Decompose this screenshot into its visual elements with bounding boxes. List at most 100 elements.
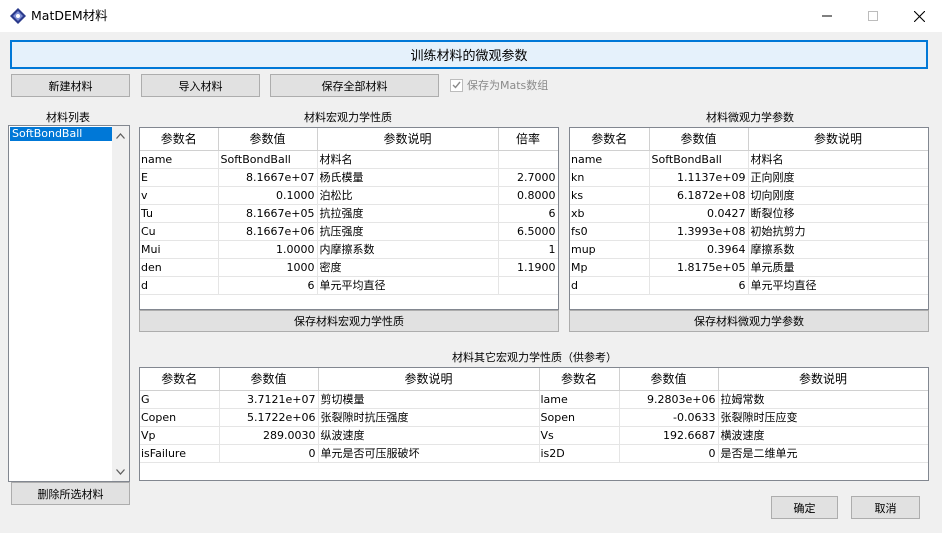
param-value-cell[interactable]: SoftBondBall xyxy=(649,150,749,169)
param-name-cell[interactable]: d xyxy=(570,276,650,295)
param-value-cell[interactable]: 9.2803e+06 xyxy=(619,390,719,409)
column-header[interactable]: 参数说明 xyxy=(748,128,928,151)
column-header[interactable]: 参数值 xyxy=(619,368,719,391)
param-desc-cell[interactable]: 摩擦系数 xyxy=(748,240,928,259)
param-name-cell[interactable]: d xyxy=(140,276,219,295)
param-name-cell[interactable]: Vp xyxy=(140,426,220,445)
param-desc-cell[interactable]: 泊松比 xyxy=(317,186,499,205)
param-ratio-cell[interactable] xyxy=(498,276,558,295)
param-ratio-cell[interactable]: 2.7000 xyxy=(498,168,558,187)
table-row[interactable]: name SoftBondBall 材料名 xyxy=(140,150,558,169)
param-desc-cell[interactable]: 单元平均直径 xyxy=(748,276,928,295)
table-row[interactable]: den 1000 密度 1.1900 xyxy=(140,258,558,277)
table-row[interactable]: name SoftBondBall 材料名 xyxy=(570,150,928,169)
param-value-cell[interactable]: 1.1137e+09 xyxy=(649,168,749,187)
table-row[interactable]: mup 0.3964 摩擦系数 xyxy=(570,240,928,259)
maximize-button[interactable] xyxy=(850,0,896,32)
table-row[interactable]: v 0.1000 泊松比 0.8000 xyxy=(140,186,558,205)
column-header[interactable]: 参数说明 xyxy=(718,368,928,391)
param-desc-cell[interactable]: 拉姆常数 xyxy=(718,390,928,409)
other-properties-grid[interactable]: 参数名 参数值 参数说明 参数名 参数值 参数说明 G 3.7121e+07 剪切模… xyxy=(139,367,929,481)
param-desc-cell[interactable]: 是否是二维单元 xyxy=(718,444,928,463)
param-value-cell[interactable]: -0.0633 xyxy=(619,408,719,427)
param-name-cell[interactable]: name xyxy=(140,150,219,169)
param-name-cell[interactable]: den xyxy=(140,258,219,277)
param-desc-cell[interactable]: 抗拉强度 xyxy=(317,204,499,223)
macro-properties-grid[interactable]: 参数名 参数值 参数说明 倍率 name SoftBondBall 材料名 E 8.1… xyxy=(139,127,559,310)
column-header[interactable]: 参数值 xyxy=(219,368,319,391)
scroll-down-icon[interactable] xyxy=(112,463,129,480)
param-desc-cell[interactable]: 单元是否可压服破坏 xyxy=(318,444,540,463)
param-value-cell[interactable]: 1.8175e+05 xyxy=(649,258,749,277)
param-name-cell[interactable]: ks xyxy=(570,186,650,205)
param-desc-cell[interactable]: 张裂隙时抗压强度 xyxy=(318,408,540,427)
param-desc-cell[interactable]: 单元平均直径 xyxy=(317,276,499,295)
param-desc-cell[interactable]: 正向刚度 xyxy=(748,168,928,187)
param-name-cell[interactable]: isFailure xyxy=(140,444,220,463)
param-name-cell[interactable]: mup xyxy=(570,240,650,259)
cancel-button[interactable]: 取消 xyxy=(851,496,920,519)
scroll-up-icon[interactable] xyxy=(112,127,129,144)
param-desc-cell[interactable]: 材料名 xyxy=(748,150,928,169)
param-value-cell[interactable]: 1.0000 xyxy=(218,240,318,259)
import-material-button[interactable]: 导入材料 xyxy=(141,74,260,97)
column-header[interactable]: 参数名 xyxy=(140,368,220,391)
param-desc-cell[interactable]: 切向刚度 xyxy=(748,186,928,205)
save-all-materials-button[interactable]: 保存全部材料 xyxy=(270,74,439,97)
column-header[interactable]: 参数说明 xyxy=(317,128,499,151)
save-micro-params-button[interactable]: 保存材料微观力学参数 xyxy=(569,310,929,332)
param-value-cell[interactable]: 0.0427 xyxy=(649,204,749,223)
param-desc-cell[interactable]: 纵波速度 xyxy=(318,426,540,445)
param-value-cell[interactable]: SoftBondBall xyxy=(218,150,318,169)
param-value-cell[interactable]: 3.7121e+07 xyxy=(219,390,319,409)
list-item[interactable]: SoftBondBall xyxy=(10,127,113,141)
param-name-cell[interactable]: fs0 xyxy=(570,222,650,241)
micro-params-grid[interactable]: 参数名 参数值 参数说明 name SoftBondBall 材料名 kn 1.113… xyxy=(569,127,929,310)
param-desc-cell[interactable]: 材料名 xyxy=(317,150,499,169)
save-macro-properties-button[interactable]: 保存材料宏观力学性质 xyxy=(139,310,559,332)
param-name-cell[interactable]: Vs xyxy=(539,426,620,445)
param-ratio-cell[interactable]: 6.5000 xyxy=(498,222,558,241)
param-value-cell[interactable]: 0.3964 xyxy=(649,240,749,259)
param-desc-cell[interactable]: 内摩擦系数 xyxy=(317,240,499,259)
param-value-cell[interactable]: 0.1000 xyxy=(218,186,318,205)
new-material-button[interactable]: 新建材料 xyxy=(11,74,130,97)
param-name-cell[interactable]: is2D xyxy=(539,444,620,463)
param-desc-cell[interactable]: 杨氏模量 xyxy=(317,168,499,187)
param-value-cell[interactable]: 0 xyxy=(219,444,319,463)
ok-button[interactable]: 确定 xyxy=(771,496,838,519)
param-desc-cell[interactable]: 单元质量 xyxy=(748,258,928,277)
param-name-cell[interactable]: xb xyxy=(570,204,650,223)
param-name-cell[interactable]: Tu xyxy=(140,204,219,223)
param-name-cell[interactable]: name xyxy=(570,150,650,169)
param-name-cell[interactable]: Copen xyxy=(140,408,220,427)
column-header[interactable]: 参数名 xyxy=(570,128,650,151)
param-value-cell[interactable]: 289.0030 xyxy=(219,426,319,445)
param-name-cell[interactable]: E xyxy=(140,168,219,187)
param-name-cell[interactable]: Sopen xyxy=(539,408,620,427)
param-value-cell[interactable]: 192.6687 xyxy=(619,426,719,445)
param-value-cell[interactable]: 6 xyxy=(218,276,318,295)
param-desc-cell[interactable]: 密度 xyxy=(317,258,499,277)
table-row[interactable]: Copen 5.1722e+06 张裂隙时抗压强度 Sopen -0.0633 张裂隙时压… xyxy=(140,408,928,427)
param-value-cell[interactable]: 6.1872e+08 xyxy=(649,186,749,205)
param-name-cell[interactable]: lame xyxy=(539,390,620,409)
table-row[interactable]: ks 6.1872e+08 切向刚度 xyxy=(570,186,928,205)
param-value-cell[interactable]: 8.1667e+05 xyxy=(218,204,318,223)
column-header[interactable]: 参数名 xyxy=(539,368,620,391)
table-row[interactable]: fs0 1.3993e+08 初始抗剪力 xyxy=(570,222,928,241)
param-value-cell[interactable]: 8.1667e+07 xyxy=(218,168,318,187)
param-desc-cell[interactable]: 断裂位移 xyxy=(748,204,928,223)
param-name-cell[interactable]: kn xyxy=(570,168,650,187)
table-row[interactable]: Tu 8.1667e+05 抗拉强度 6 xyxy=(140,204,558,223)
table-row[interactable]: Mui 1.0000 内摩擦系数 1 xyxy=(140,240,558,259)
column-header[interactable]: 参数说明 xyxy=(318,368,540,391)
param-name-cell[interactable]: Cu xyxy=(140,222,219,241)
param-value-cell[interactable]: 8.1667e+06 xyxy=(218,222,318,241)
param-ratio-cell[interactable]: 0.8000 xyxy=(498,186,558,205)
param-desc-cell[interactable]: 张裂隙时压应变 xyxy=(718,408,928,427)
param-name-cell[interactable]: Mp xyxy=(570,258,650,277)
param-name-cell[interactable]: Mui xyxy=(140,240,219,259)
close-button[interactable] xyxy=(896,0,942,32)
column-header[interactable]: 倍率 xyxy=(498,128,558,151)
